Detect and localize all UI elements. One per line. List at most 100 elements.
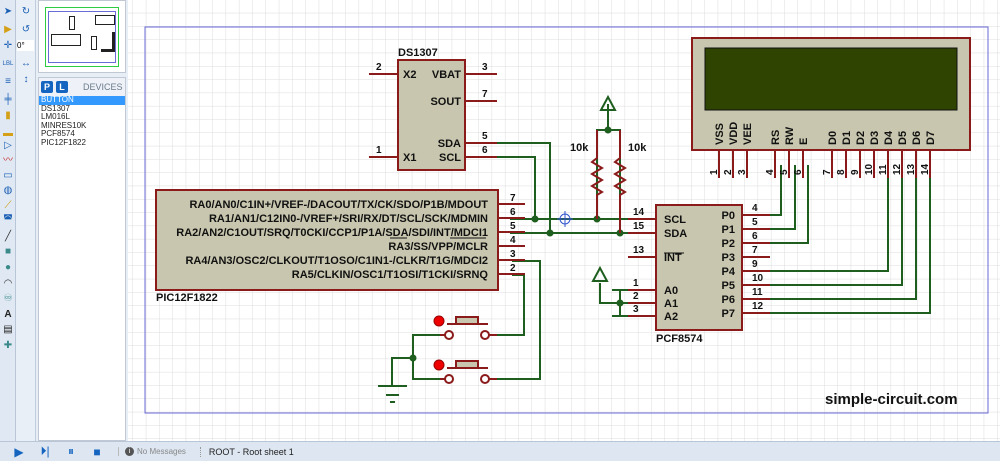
schematic[interactable]: 10k 10k RA0/AN0/C1IN+/VREF-/DACOUT/TX/CK/S… <box>128 0 1000 441</box>
pause-button[interactable]: ⏸ <box>64 444 78 459</box>
left-toolbar: ➤ ▶ ✛ LBL ≡ ╪ ▮ ▬ ▷ 〰 ▭ ◍ ⟋ ◚ ╱ ■ ● ◠ ♾ … <box>0 0 16 441</box>
pcf-pin-label: SDA <box>664 228 687 240</box>
pcf-pin-number: 11 <box>752 287 763 298</box>
ds1307-pin-number: 7 <box>482 89 488 100</box>
lcd-pin-label: D3 <box>869 131 881 145</box>
subcircuit-icon[interactable]: ▮ <box>2 110 14 122</box>
pcf-pin-number: 15 <box>633 221 645 232</box>
pcf-pin-number: 6 <box>752 231 758 242</box>
ds1307-pin-number: 2 <box>376 62 382 73</box>
pcf-pin-number: 10 <box>752 273 764 284</box>
lcd-pin-label: D4 <box>883 130 895 145</box>
select-arrow-icon[interactable]: ➤ <box>2 6 14 18</box>
button-cap <box>455 360 479 369</box>
path-icon[interactable]: ♾ <box>2 293 14 305</box>
pcf-pin-label: INT <box>664 252 682 264</box>
lcd-pin-number: 10 <box>864 163 875 175</box>
button-contact <box>444 374 454 384</box>
pick-devices-button[interactable]: P <box>41 81 53 93</box>
line-icon[interactable]: ╱ <box>2 231 14 243</box>
label-icon[interactable]: LBL <box>2 58 14 70</box>
rotate-ccw-icon[interactable]: ↺ <box>20 24 32 36</box>
junction-dot <box>546 229 554 237</box>
generator-icon[interactable]: ◍ <box>2 185 14 197</box>
tape-icon[interactable]: ▭ <box>2 170 14 182</box>
pin-icon[interactable]: ▷ <box>2 140 14 152</box>
pcf-pin-number: 2 <box>633 291 639 302</box>
pcf-pin-label: P5 <box>722 280 735 292</box>
flip-vertical-icon[interactable]: ↕ <box>20 74 32 86</box>
probe-icon[interactable]: ⟋ <box>2 200 14 212</box>
status-bar: ▶ ⏵| ⏸ ■ i No Messages ROOT - Root sheet … <box>0 441 1000 461</box>
ds1307-pin-label: X2 <box>403 69 416 81</box>
text-script-icon[interactable]: ≡ <box>2 76 14 88</box>
lcd-pin-label: VDD <box>728 122 740 145</box>
lcd-pin-label: D6 <box>911 131 923 145</box>
lcd-pin-number: 14 <box>920 163 931 175</box>
pcf-pin-label: P4 <box>722 266 736 278</box>
watermark: simple-circuit.com <box>825 391 958 408</box>
button-contact <box>480 374 490 384</box>
ds1307-pin-label: X1 <box>403 152 416 164</box>
library-button[interactable]: L <box>56 81 68 93</box>
circle-icon[interactable]: ● <box>2 262 14 274</box>
stop-button[interactable]: ■ <box>90 445 104 459</box>
devices-header: P L DEVICES <box>39 78 125 96</box>
instrument-icon[interactable]: ◚ <box>2 214 14 226</box>
pic-pin-number: 4 <box>510 235 516 246</box>
lcd-pin-number: 5 <box>779 169 790 175</box>
marker-icon[interactable]: ✚ <box>2 340 14 352</box>
device-item[interactable]: PIC12F1822 <box>39 138 125 148</box>
ds1307-pin-number: 3 <box>482 62 488 73</box>
pcf-pin-number: 13 <box>633 245 645 256</box>
pic-name: PIC12F1822 <box>156 292 218 304</box>
pic-pin-label: RA0/AN0/C1IN+/VREF-/DACOUT/TX/CK/SDO/P1B… <box>189 199 488 211</box>
devices-title: DEVICES <box>83 82 123 92</box>
lcd-pin-number: 9 <box>850 169 861 175</box>
preview-viewport[interactable] <box>45 7 119 67</box>
rotation-field[interactable]: 0° <box>17 40 34 51</box>
lcd-pin-number: 7 <box>822 169 833 175</box>
pcf-pin-number: 7 <box>752 245 758 256</box>
pic-pin-label: RA4/AN3/OSC2/CLKOUT/T1OSO/C1IN1-/CLKR/T1… <box>185 255 488 267</box>
ds1307-pin-label: SDA <box>438 138 461 150</box>
pcf-pin-number: 12 <box>752 301 764 312</box>
lcd-pin-label: RS <box>770 130 782 145</box>
bus-icon[interactable]: ╪ <box>2 94 14 106</box>
pcf-pin-number: 3 <box>633 304 639 315</box>
overview-preview[interactable] <box>38 0 126 73</box>
rotate-toolbar: ↻ ↺ 0° ↔ ↕ <box>16 0 36 441</box>
symbol-icon[interactable]: ▤ <box>2 324 14 336</box>
terminal-icon[interactable]: ▬ <box>2 128 14 140</box>
pic-pin-number: 7 <box>510 193 516 204</box>
graph-icon[interactable]: 〰 <box>2 155 14 167</box>
step-button[interactable]: ⏵| <box>38 444 52 459</box>
pcf-pin-label: SCL <box>664 214 686 226</box>
pic-pin-label: RA2/AN2/C1OUT/SRQ/T0CKI/CCP1/P1A/SDA/SDI… <box>176 227 488 239</box>
lcd-pin-number: 12 <box>892 163 903 175</box>
schematic-canvas[interactable]: 10k 10k RA0/AN0/C1IN+/VREF-/DACOUT/TX/CK/S… <box>128 0 1000 441</box>
button-state-icon <box>433 315 445 327</box>
junction-icon[interactable]: ✛ <box>2 40 14 52</box>
messages-indicator[interactable]: i No Messages <box>118 447 186 456</box>
lcd-pin-number: 1 <box>709 169 720 175</box>
component-icon[interactable]: ▶ <box>2 24 14 36</box>
pcf-pin-number: 5 <box>752 217 758 228</box>
pcf-pin-label: A2 <box>664 311 678 323</box>
lcd-pin-number: 11 <box>878 164 889 175</box>
flip-horizontal-icon[interactable]: ↔ <box>20 58 32 70</box>
box-icon[interactable]: ■ <box>2 246 14 258</box>
play-button[interactable]: ▶ <box>12 445 26 459</box>
pic-pin-label: RA1/AN1/C12IN0-/VREF+/SRI/RX/DT/SCL/SCK/… <box>209 213 488 225</box>
lcd-pin-label: D5 <box>897 131 909 145</box>
junction-dot <box>616 299 624 307</box>
rotate-cw-icon[interactable]: ↻ <box>20 6 32 18</box>
info-icon: i <box>125 447 134 456</box>
arc-icon[interactable]: ◠ <box>2 278 14 290</box>
junction-dot <box>604 126 612 134</box>
pic-pin-label: RA5/CLKIN/OSC1/T1OSI/T1CKI/SRNQ <box>292 269 489 281</box>
ds1307-pin-label: SOUT <box>430 96 461 108</box>
ds1307-pin-number: 6 <box>482 145 488 156</box>
text-icon[interactable]: A <box>2 309 14 321</box>
lcd-pin-label: VEE <box>742 123 754 145</box>
